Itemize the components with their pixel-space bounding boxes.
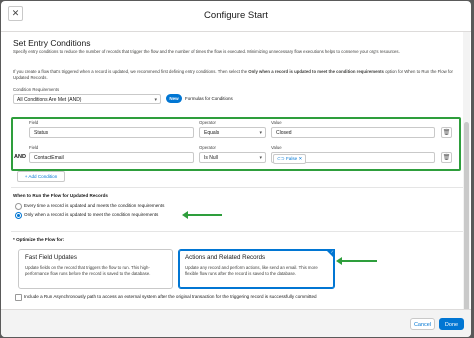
value-pill[interactable]: ⊂⊃ False ✕ bbox=[273, 154, 307, 164]
modal-footer: Cancel Done bbox=[1, 309, 471, 337]
modal-header: ✕ Configure Start bbox=[1, 1, 471, 32]
card-title: Actions and Related Records bbox=[185, 254, 266, 261]
entry-conditions-title: Set Entry Conditions bbox=[13, 38, 91, 48]
value-label: Value bbox=[271, 145, 282, 150]
card-fast-field-updates[interactable]: Fast Field Updates Update fields on the … bbox=[18, 249, 173, 289]
section-divider bbox=[11, 231, 463, 232]
delete-condition-icon[interactable]: 🗑 bbox=[441, 127, 452, 138]
radio-every-time[interactable] bbox=[15, 203, 22, 210]
annotation-arrow bbox=[336, 257, 377, 265]
close-icon[interactable]: ✕ bbox=[8, 6, 23, 21]
entry-conditions-description: Specify entry conditions to reduce the n… bbox=[13, 49, 400, 54]
done-button[interactable]: Done bbox=[439, 318, 464, 330]
field-label: Field bbox=[29, 120, 39, 125]
configure-start-modal: ✕ Configure Start Set Entry Conditions S… bbox=[1, 1, 471, 337]
card-title: Fast Field Updates bbox=[25, 254, 77, 261]
section-divider bbox=[11, 187, 463, 188]
chevron-down-icon: ▾ bbox=[154, 97, 157, 103]
cancel-button[interactable]: Cancel bbox=[410, 318, 435, 330]
chevron-down-icon: ▾ bbox=[259, 130, 262, 136]
scrollbar-thumb[interactable] bbox=[464, 122, 469, 332]
annotation-arrow bbox=[182, 211, 222, 219]
card-actions-related-records[interactable]: ✓ Actions and Related Records Update any… bbox=[178, 249, 335, 289]
run-options-title: When to Run the Flow for Updated Records bbox=[13, 193, 108, 198]
and-operator-label: AND bbox=[14, 154, 26, 160]
condition-operator-select[interactable]: Equals ▾ bbox=[199, 127, 266, 138]
card-description: Update fields on the record that trigger… bbox=[25, 265, 151, 276]
radio-only-when-updated-label: Only when a record is updated to meet th… bbox=[24, 212, 159, 217]
check-icon: ✓ bbox=[330, 249, 334, 254]
condition-field-input[interactable]: Status bbox=[29, 127, 194, 138]
modal-title: Configure Start bbox=[204, 10, 268, 21]
radio-every-time-label: Every time a record is updated and meets… bbox=[24, 203, 165, 208]
optimize-title: * Optimize the Flow for: bbox=[13, 237, 65, 242]
run-async-label: Include a Run Asynchronously path to acc… bbox=[24, 294, 317, 299]
chevron-down-icon: ▾ bbox=[259, 155, 262, 161]
card-description: Update any record and perform actions, l… bbox=[185, 265, 318, 276]
toggle-icon: ⊂⊃ bbox=[277, 156, 286, 161]
entry-conditions-recommendation: If you create a flow that's triggered wh… bbox=[13, 69, 453, 80]
condition-requirements-label: Condition Requirements bbox=[13, 87, 60, 92]
delete-condition-icon[interactable]: 🗑 bbox=[441, 152, 452, 163]
run-async-checkbox[interactable] bbox=[15, 294, 22, 301]
operator-label: Operator bbox=[199, 120, 216, 125]
operator-label: Operator bbox=[199, 145, 216, 150]
radio-only-when-updated[interactable] bbox=[15, 212, 22, 219]
add-condition-button[interactable]: + Add Condition bbox=[17, 171, 65, 182]
condition-operator-select[interactable]: Is Null ▾ bbox=[199, 152, 266, 163]
condition-field-input[interactable]: ContactEmail bbox=[29, 152, 194, 163]
condition-value-input[interactable]: Closed bbox=[271, 127, 435, 138]
scrollbar[interactable] bbox=[463, 32, 470, 332]
new-badge: New bbox=[166, 94, 182, 103]
condition-requirements-select[interactable]: All Conditions Are Met (AND) ▾ bbox=[13, 94, 161, 104]
value-label: Value bbox=[271, 120, 282, 125]
field-label: Field bbox=[29, 145, 39, 150]
formulas-for-conditions-link[interactable]: Formulas for Conditions bbox=[185, 96, 233, 101]
